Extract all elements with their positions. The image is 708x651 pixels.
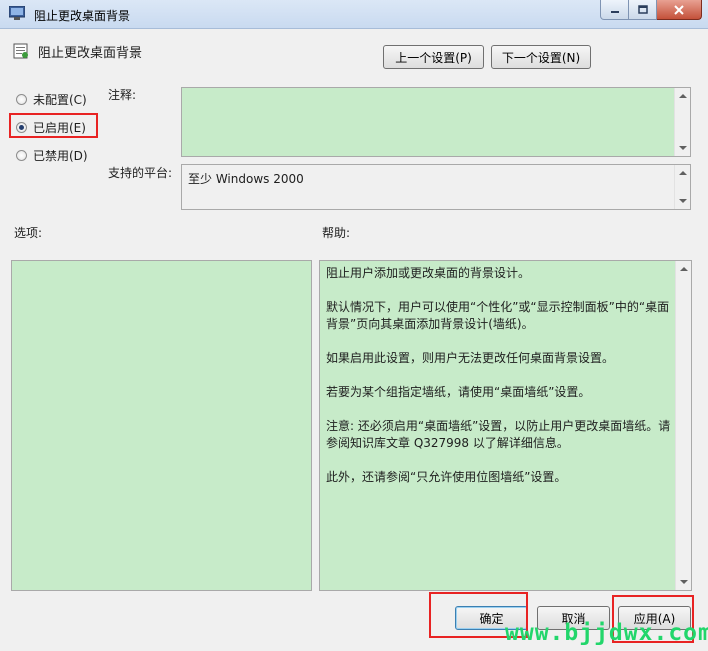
previous-setting-button[interactable]: 上一个设置(P) [383, 45, 484, 69]
radio-disabled[interactable]: 已禁用(D) [16, 147, 88, 164]
help-text: 阻止用户添加或更改桌面的背景设计。 默认情况下，用户可以使用“个性化”或“显示控… [326, 265, 671, 503]
platform-field: 至少 Windows 2000 [181, 164, 691, 210]
maximize-button[interactable] [629, 0, 657, 20]
watermark-text: www.bjjdwx.com [505, 620, 708, 646]
policy-app-icon [9, 6, 25, 20]
close-button[interactable] [657, 0, 702, 20]
help-scrollbar[interactable] [675, 261, 691, 590]
platform-label: 支持的平台: [108, 166, 173, 180]
minimize-button[interactable] [600, 0, 629, 20]
scroll-down-icon[interactable] [679, 146, 687, 150]
scroll-up-icon[interactable] [679, 171, 687, 175]
scroll-down-icon[interactable] [679, 199, 687, 203]
comment-scrollbar[interactable] [674, 88, 690, 156]
scroll-down-icon[interactable] [680, 580, 688, 584]
help-paragraph: 如果启用此设置，则用户无法更改任何桌面背景设置。 [326, 351, 615, 365]
comment-textarea[interactable] [181, 87, 691, 157]
platform-scrollbar[interactable] [674, 165, 690, 209]
scroll-up-icon[interactable] [680, 267, 688, 271]
highlight-enabled-box [9, 113, 98, 138]
window-title: 阻止更改桌面背景 [34, 9, 131, 23]
close-icon [674, 4, 684, 15]
help-paragraph: 阻止用户添加或更改桌面的背景设计。 [326, 266, 531, 280]
help-paragraph: 若要为某个组指定墙纸，请使用“桌面墙纸”设置。 [326, 385, 591, 399]
next-setting-button[interactable]: 下一个设置(N) [491, 45, 591, 69]
help-pane: 阻止用户添加或更改桌面的背景设计。 默认情况下，用户可以使用“个性化”或“显示控… [319, 260, 692, 591]
policy-setting-icon [13, 43, 28, 59]
help-paragraph: 注意: 还必须启用“桌面墙纸”设置，以防止用户更改桌面墙纸。请参阅知识库文章 Q… [326, 419, 671, 450]
maximize-icon [637, 5, 648, 14]
platform-value: 至少 Windows 2000 [188, 172, 304, 186]
title-bar[interactable]: 阻止更改桌面背景 [0, 0, 708, 29]
radio-circle[interactable] [16, 150, 27, 161]
policy-name: 阻止更改桌面背景 [38, 46, 143, 61]
options-pane [11, 260, 312, 591]
minimize-icon [610, 10, 619, 13]
radio-label: 未配置(C) [33, 93, 87, 107]
help-label: 帮助: [322, 226, 351, 240]
options-label: 选项: [14, 226, 43, 240]
radio-not-configured[interactable]: 未配置(C) [16, 91, 87, 108]
radio-circle[interactable] [16, 94, 27, 105]
radio-label: 已禁用(D) [33, 149, 88, 163]
scroll-up-icon[interactable] [679, 94, 687, 98]
help-paragraph: 此外，还请参阅“只允许使用位图墙纸”设置。 [326, 470, 567, 484]
help-paragraph: 默认情况下，用户可以使用“个性化”或“显示控制面板”中的“桌面背景”页向其桌面添… [326, 300, 670, 331]
comment-label: 注释: [108, 88, 137, 102]
